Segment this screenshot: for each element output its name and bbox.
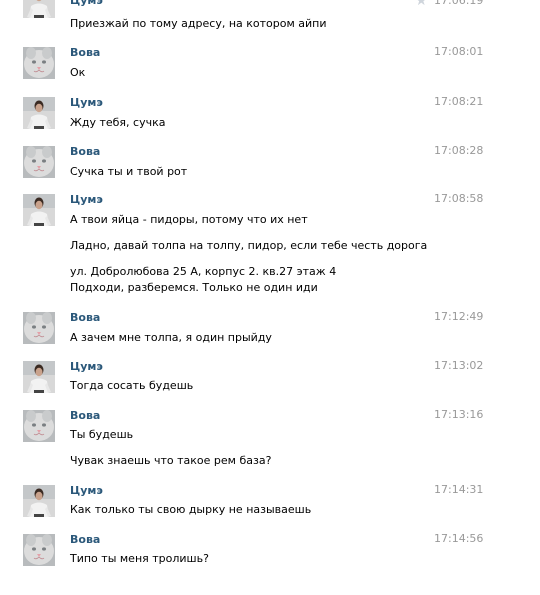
- vova-avatar[interactable]: [23, 410, 55, 442]
- message-time[interactable]: 17:13:16: [434, 408, 483, 422]
- vova-avatar[interactable]: [23, 146, 55, 178]
- message-text: Чувак знаешь что такое рем база?: [70, 454, 272, 467]
- message-time[interactable]: 17:12:49: [434, 310, 483, 324]
- message-author[interactable]: Вова: [70, 311, 100, 325]
- message-time[interactable]: 17:06:19: [434, 0, 483, 8]
- tsume-avatar[interactable]: [23, 97, 55, 129]
- tsume-avatar[interactable]: [23, 485, 55, 517]
- message-author[interactable]: Цумэ: [70, 484, 103, 498]
- message-history: Цумэ ★ 17:06:19 Приезжай по тому адресу,…: [0, 0, 540, 595]
- message-text: А зачем мне толпа, я один прыйду: [70, 331, 272, 344]
- vova-avatar[interactable]: [23, 534, 55, 566]
- message-text: Ты будешь: [70, 428, 134, 441]
- message-author[interactable]: Цумэ: [70, 193, 103, 207]
- message-text: А твои яйца - пидоры, потому что их нет: [70, 213, 308, 226]
- message-time[interactable]: 17:08:21: [434, 95, 483, 109]
- message-time[interactable]: 17:08:58: [434, 192, 483, 206]
- vova-avatar[interactable]: [23, 312, 55, 344]
- message-author[interactable]: Цумэ: [70, 360, 103, 374]
- message-text: Ок: [70, 66, 86, 79]
- tsume-avatar[interactable]: [23, 194, 55, 226]
- message-text: Типо ты меня тролишь?: [70, 552, 209, 565]
- message-author[interactable]: Вова: [70, 145, 100, 159]
- message-time[interactable]: 17:14:31: [434, 483, 483, 497]
- message-time[interactable]: 17:08:01: [434, 45, 483, 59]
- tsume-avatar[interactable]: [23, 361, 55, 393]
- message-text: Как только ты свою дырку не называешь: [70, 503, 312, 516]
- message-author[interactable]: Вова: [70, 533, 100, 547]
- star-icon[interactable]: ★: [415, 0, 428, 8]
- message-author[interactable]: Цумэ: [70, 96, 103, 110]
- message-time[interactable]: 17:08:28: [434, 144, 483, 158]
- message-text: ул. Добролюбова 25 А, корпус 2. кв.27 эт…: [70, 265, 337, 278]
- message-author[interactable]: Вова: [70, 46, 100, 60]
- message-text: Тогда сосать будешь: [70, 379, 194, 392]
- tsume-avatar[interactable]: [23, 0, 55, 18]
- message-time[interactable]: 17:14:56: [434, 532, 483, 546]
- message-author[interactable]: Вова: [70, 409, 100, 423]
- vova-avatar[interactable]: [23, 47, 55, 79]
- message-text: Приезжай по тому адресу, на котором айпи: [70, 17, 327, 30]
- message-author[interactable]: Цумэ: [70, 0, 103, 8]
- message-time[interactable]: 17:13:02: [434, 359, 483, 373]
- message-text: Сучка ты и твой рот: [70, 165, 188, 178]
- message-text: Ладно, давай толпа на толпу, пидор, если…: [70, 239, 428, 252]
- message-text: Жду тебя, сучка: [70, 116, 166, 129]
- message-text: Подходи, разберемся. Только не один иди: [70, 281, 318, 294]
